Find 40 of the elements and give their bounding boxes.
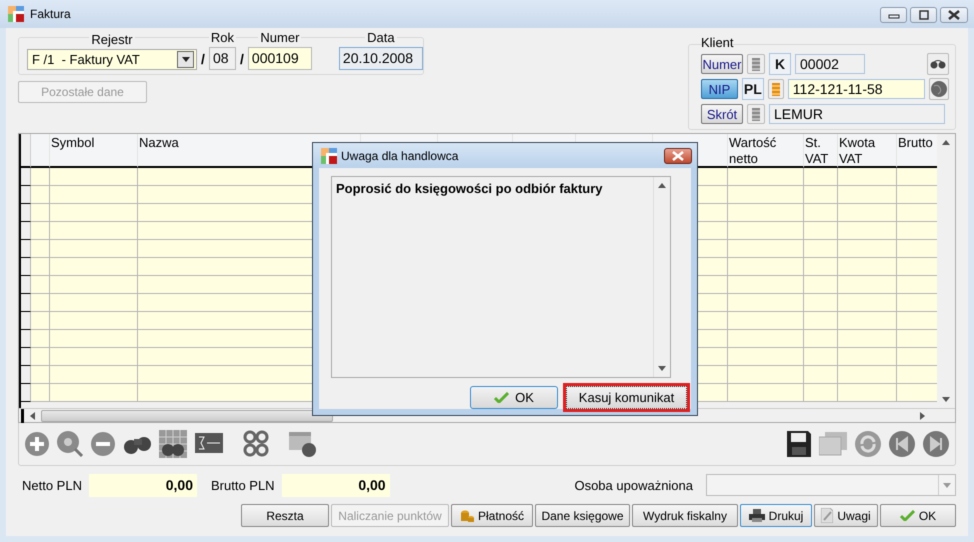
country-prefix-label: PL [742,78,764,100]
total-value: 0,00 [88,474,197,496]
column-header[interactable]: Wartość netto [728,134,804,168]
field-label: Rok [208,30,236,45]
client-number-field[interactable]: 00002 [795,54,865,74]
year-field[interactable]: 08 [208,47,236,70]
action-button[interactable]: Uwagi [814,504,878,527]
dialog-button[interactable]: Kasuj komunikat [566,386,687,409]
separator-slash: / [240,51,244,67]
action-button[interactable]: Płatność [451,504,533,527]
search-mode-button[interactable]: NIP [701,79,738,99]
total-label: Brutto PLN [210,478,275,492]
action-button[interactable]: Dane księgowe [535,504,630,527]
search-mode-button[interactable]: Numer [701,54,743,74]
separator-slash: / [201,51,205,67]
field-label: Rejestr [89,32,135,47]
column-header[interactable]: Brutto [897,134,937,168]
search-mode-button[interactable]: Skrót [701,104,743,124]
action-button[interactable]: Drukuj [740,504,812,527]
field-label: Numer [258,30,302,45]
date-field[interactable]: 20.10.2008 [338,47,423,70]
dialog-button[interactable]: OK [470,386,558,409]
action-button[interactable]: Wydruk fiskalny [632,504,738,527]
window-title: Faktura [30,7,71,21]
column-header[interactable]: St. VAT [804,134,838,168]
action-button[interactable]: Reszta [241,504,329,527]
register-dropdown[interactable]: F /1 - Faktury VAT [27,49,197,70]
client-group-title: Klient [700,36,735,50]
authorized-person-label: Osoba upoważniona [574,478,693,492]
action-button[interactable]: OK [880,504,956,527]
client-short-name-field[interactable]: LEMUR [769,104,945,124]
prefix-label: K [769,53,791,75]
total-value: 0,00 [282,474,390,496]
field-label: Data [365,30,397,45]
total-label: Netto PLN [22,478,82,492]
column-header[interactable]: Symbol [50,134,138,168]
column-header[interactable]: Kwota VAT [838,134,897,168]
tax-id-field[interactable]: 112-121-11-58 [788,79,925,99]
number-field[interactable]: 000109 [248,47,312,70]
message-text: Poprosić do księgowości po odbiór faktury [335,180,604,198]
